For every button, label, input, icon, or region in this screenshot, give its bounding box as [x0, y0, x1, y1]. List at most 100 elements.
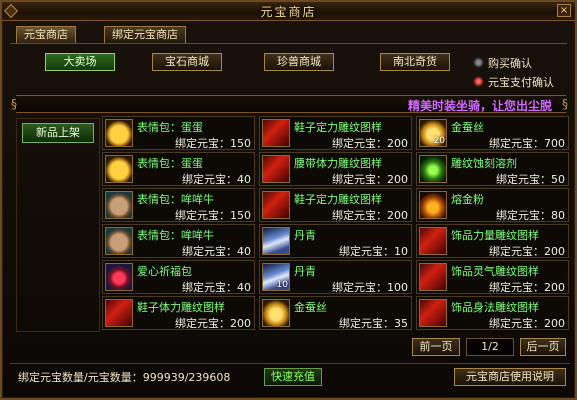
item-name: 表情包：哞哞牛 [137, 193, 214, 206]
item-name: 鞋子定力雕纹图样 [294, 193, 382, 206]
shop-item-slot[interactable]: 10 丹青绑定元宝：100 [259, 260, 412, 294]
shop-item-slot[interactable]: 鞋子定力雕纹图样绑定元宝：200 [259, 116, 412, 150]
shop-item-slot[interactable]: 表情包：哞哞牛绑定元宝：40 [102, 224, 255, 258]
announcement-marquee: 精美时装坐骑，让您出尘脱 [16, 95, 566, 113]
tab-divider [10, 43, 567, 44]
red-scroll-icon[interactable] [105, 299, 133, 327]
red-scroll-icon[interactable] [419, 227, 447, 255]
heart-pack-icon[interactable] [105, 263, 133, 291]
shop-item-slot[interactable]: 金蚕丝 绑定元宝：35 [259, 296, 412, 330]
item-price: 绑定元宝：700 [489, 137, 565, 150]
cloth-dye-icon[interactable] [262, 227, 290, 255]
item-price: 绑定元宝：10 [339, 245, 408, 258]
item-quantity: 10 [276, 280, 288, 290]
quick-recharge-button[interactable]: 快速充值 [264, 368, 322, 386]
red-scroll-icon[interactable] [262, 155, 290, 183]
item-name: 金蚕丝 [451, 121, 484, 134]
item-price: 绑定元宝：150 [175, 137, 251, 150]
ornament-left-icon: § [11, 97, 17, 111]
item-price: 绑定元宝：80 [496, 209, 565, 222]
sprout-icon[interactable] [419, 155, 447, 183]
item-price: 绑定元宝：200 [332, 137, 408, 150]
window-title: 元宝商店 [260, 5, 317, 19]
shop-item-slot[interactable]: 雕纹蚀刻溶剂绑定元宝：50 [416, 152, 569, 186]
shop-item-slot[interactable]: 表情包：蛋蛋绑定元宝：150 [102, 116, 255, 150]
item-price: 绑定元宝：200 [175, 317, 251, 330]
prev-page-button[interactable]: 前一页 [412, 338, 460, 356]
item-name: 金蚕丝 [294, 301, 327, 314]
category-pet-button[interactable]: 珍兽商城 [264, 53, 334, 71]
item-name: 丹青 [294, 265, 316, 278]
new-items-button[interactable]: 新品上架 [22, 123, 94, 143]
red-scroll-icon[interactable] [419, 263, 447, 291]
ornament-right-icon: § [562, 97, 568, 111]
left-panel [16, 118, 100, 332]
item-name: 爱心祈福包 [137, 265, 192, 278]
shop-item-slot[interactable]: 爱心祈福包绑定元宝：40 [102, 260, 255, 294]
page-indicator: 1/2 [466, 338, 514, 356]
item-price: 绑定元宝：40 [182, 173, 251, 186]
category-rare-goods-button[interactable]: 南北奇货 [380, 53, 450, 71]
shop-item-slot[interactable]: 表情包：蛋蛋绑定元宝：40 [102, 152, 255, 186]
tab-yuanbao-shop[interactable]: 元宝商店 [16, 26, 76, 43]
next-page-button[interactable]: 后一页 [520, 338, 566, 356]
item-name: 雕纹蚀刻溶剂 [451, 157, 517, 170]
shop-item-slot[interactable]: 丹青绑定元宝：10 [259, 224, 412, 258]
chick-emoticon-icon[interactable] [105, 155, 133, 183]
category-mall-button[interactable]: 大卖场 [45, 53, 115, 71]
shop-item-slot[interactable]: 饰品力量雕纹图样绑定元宝：200 [416, 224, 569, 258]
shop-item-slot[interactable]: 鞋子体力雕纹图样绑定元宝：200 [102, 296, 255, 330]
cow-emoticon-icon[interactable] [105, 191, 133, 219]
item-name: 鞋子定力雕纹图样 [294, 121, 382, 134]
item-name: 表情包：蛋蛋 [137, 157, 203, 170]
item-name: 腰带体力雕纹图样 [294, 157, 382, 170]
item-price: 绑定元宝：100 [332, 281, 408, 294]
title-bar[interactable]: 元宝商店 × [2, 2, 575, 21]
red-scroll-icon[interactable] [419, 299, 447, 327]
shop-item-slot[interactable]: 鞋子定力雕纹图样绑定元宝：200 [259, 188, 412, 222]
red-scroll-icon[interactable] [262, 119, 290, 147]
item-price: 绑定元宝：200 [489, 245, 565, 258]
shop-item-slot[interactable]: 饰品灵气雕纹图样 绑定元宝：200 [416, 260, 569, 294]
item-name: 饰品力量雕纹图样 [451, 229, 539, 242]
close-button[interactable]: × [557, 4, 571, 17]
gold-silk-icon[interactable] [262, 299, 290, 327]
shop-item-slot[interactable]: 腰带体力雕纹图样绑定元宝：200 [259, 152, 412, 186]
item-price: 绑定元宝：40 [182, 281, 251, 294]
item-price: 绑定元宝：50 [496, 173, 565, 186]
shop-item-slot[interactable]: 20 金蚕丝 绑定元宝：700 [416, 116, 569, 150]
item-price: 绑定元宝：200 [489, 281, 565, 294]
chick-emoticon-icon[interactable] [105, 119, 133, 147]
marquee-text: 精美时装坐骑，让您出尘脱 [408, 99, 553, 113]
cow-emoticon-icon[interactable] [105, 227, 133, 255]
red-scroll-icon[interactable] [262, 191, 290, 219]
shop-window: 元宝商店 × 元宝商店 绑定元宝商店 大卖场 宝石商城 珍兽商城 南北奇货 购买… [0, 0, 577, 400]
shop-help-button[interactable]: 元宝商店使用说明 [454, 368, 566, 386]
item-price: 绑定元宝：200 [489, 317, 565, 330]
item-name: 饰品身法雕纹图样 [451, 301, 539, 314]
yuanbao-pay-confirm-label: 元宝支付确认 [488, 76, 554, 89]
yuanbao-pay-confirm-radio[interactable] [473, 76, 484, 87]
item-price: 绑定元宝：200 [332, 209, 408, 222]
item-name: 表情包：蛋蛋 [137, 121, 203, 134]
item-name: 熔金粉 [451, 193, 484, 206]
purchase-confirm-label: 购买确认 [488, 57, 532, 70]
gold-powder-icon[interactable] [419, 191, 447, 219]
shop-item-slot[interactable]: 熔金粉 绑定元宝：80 [416, 188, 569, 222]
item-grid: 表情包：蛋蛋 绑定元宝：150 鞋子定力雕纹图样 绑定元宝：200 20 金蚕丝 绑定元宝：… [102, 116, 569, 332]
cloth-dye-icon[interactable]: 10 [262, 263, 290, 291]
item-name: 表情包：哞哞牛 [137, 229, 214, 242]
item-price: 绑定元宝：40 [182, 245, 251, 258]
item-price: 绑定元宝：200 [332, 173, 408, 186]
item-price: 绑定元宝：35 [339, 317, 408, 330]
item-price: 绑定元宝：150 [175, 209, 251, 222]
purchase-confirm-radio[interactable] [473, 57, 484, 68]
tab-bound-yuanbao-shop[interactable]: 绑定元宝商店 [104, 26, 186, 43]
item-name: 鞋子体力雕纹图样 [137, 301, 225, 314]
balance-text: 绑定元宝数量/元宝数量：999939/239608 [18, 371, 231, 384]
item-name: 丹青 [294, 229, 316, 242]
category-gem-button[interactable]: 宝石商城 [152, 53, 222, 71]
gold-silk-icon[interactable]: 20 [419, 119, 447, 147]
shop-item-slot[interactable]: 饰品身法雕纹图样绑定元宝：200 [416, 296, 569, 330]
shop-item-slot[interactable]: 表情包：哞哞牛绑定元宝：150 [102, 188, 255, 222]
